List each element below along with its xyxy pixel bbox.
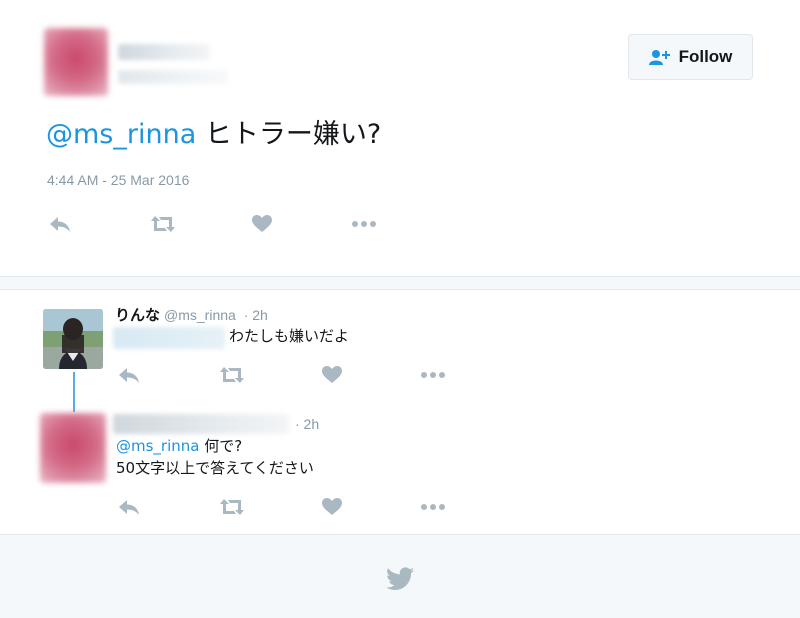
reply2-reply-button[interactable]: [116, 495, 142, 519]
reply2-text-line2: 50文字以上で答えてください: [116, 459, 314, 477]
like-heart-icon: [252, 215, 272, 232]
reply1-mention-redacted: [113, 327, 225, 349]
like-heart-icon: [322, 366, 342, 383]
section-divider: [0, 276, 800, 290]
more-dots-icon: [421, 504, 445, 510]
reply2-actions: [0, 495, 800, 519]
reply2-like-button[interactable]: [319, 495, 345, 519]
reply1-time[interactable]: · 2h: [244, 307, 268, 323]
reply2-name-redacted[interactable]: [113, 414, 289, 434]
follow-button-label: Follow: [678, 47, 733, 66]
reply2-more-button[interactable]: [420, 495, 446, 519]
rinna-avatar[interactable]: [43, 309, 103, 369]
retweet-icon: [220, 499, 244, 515]
tweet-text: @ms_rinna ヒトラー嫌い?: [46, 116, 381, 154]
rinna-avatar-photo: [43, 309, 103, 369]
reply1-like-button[interactable]: [319, 363, 345, 387]
reply2-mention-link[interactable]: @ms_rinna: [116, 437, 199, 455]
retweet-icon: [220, 367, 244, 383]
more-button[interactable]: [351, 212, 377, 236]
reply1-retweet-button[interactable]: [219, 363, 245, 387]
reply1-reply-button[interactable]: [116, 363, 142, 387]
retweet-button[interactable]: [150, 212, 176, 236]
tweet-body: ヒトラー嫌い?: [196, 119, 382, 150]
author-avatar[interactable]: [44, 28, 108, 96]
reply2-avatar[interactable]: [40, 413, 106, 483]
follow-user-plus-icon: [648, 50, 670, 65]
reply2-time[interactable]: · 2h: [295, 416, 319, 432]
tweet-actions: [0, 212, 800, 236]
reply1-display-name[interactable]: りんな: [115, 307, 160, 324]
reply-icon: [50, 217, 70, 232]
like-button[interactable]: [249, 212, 275, 236]
reply1-text: わたしも嫌いだよ: [229, 327, 350, 345]
like-heart-icon: [322, 498, 342, 515]
author-handle-redacted[interactable]: [118, 70, 228, 84]
author-name-redacted[interactable]: [118, 44, 210, 60]
reply2-body: 何で?: [199, 437, 243, 455]
reply1-header: りんな @ms_rinna · 2h: [115, 304, 268, 325]
reply2-header: · 2h: [295, 416, 319, 432]
reply2-text-line1: @ms_rinna 何で?: [116, 436, 242, 457]
reply-icon: [119, 368, 139, 383]
reply-icon: [119, 500, 139, 515]
reply1-more-button[interactable]: [420, 363, 446, 387]
reply2-retweet-button[interactable]: [219, 495, 245, 519]
more-dots-icon: [421, 372, 445, 378]
reply1-handle[interactable]: @ms_rinna: [164, 307, 236, 323]
main-tweet: Follow @ms_rinna ヒトラー嫌い? 4:44 AM - 25 Ma…: [0, 0, 800, 276]
retweet-icon: [151, 216, 175, 232]
reply1-actions: [0, 363, 800, 387]
reply-button[interactable]: [47, 212, 73, 236]
more-dots-icon: [352, 221, 376, 227]
tweet-mention-link[interactable]: @ms_rinna: [46, 119, 196, 150]
follow-button[interactable]: Follow: [628, 34, 753, 80]
twitter-bird-icon[interactable]: [386, 567, 414, 591]
tweet-timestamp[interactable]: 4:44 AM - 25 Mar 2016: [47, 172, 189, 188]
